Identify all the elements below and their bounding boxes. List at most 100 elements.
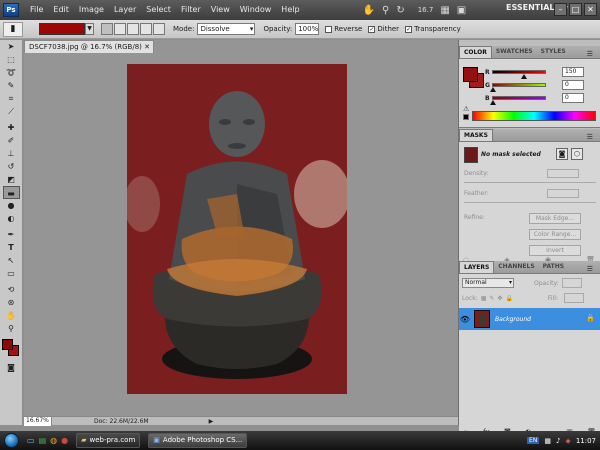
browser-icon[interactable]: ◍ (50, 436, 57, 445)
tab-masks[interactable]: MASKS (459, 129, 493, 141)
blend-mode-select[interactable]: Normal (462, 278, 514, 288)
eye-icon[interactable]: 👁 (459, 315, 471, 324)
lasso-tool-icon[interactable]: ➰ (3, 66, 20, 79)
brush-tool-icon[interactable]: ✐ (3, 134, 20, 147)
history-brush-tool-icon[interactable]: ↺ (3, 160, 20, 173)
opacity-input[interactable]: 100% (295, 23, 320, 35)
close-button[interactable]: ✕ (584, 3, 597, 16)
transparency-checkbox[interactable]: ✓ Transparency (405, 25, 461, 33)
doc-info[interactable]: Doc: 22.6M/22.6M (94, 418, 149, 425)
slider-r-thumb[interactable] (520, 74, 527, 79)
black-white-swatch[interactable] (463, 114, 469, 120)
menu-filter[interactable]: Filter (176, 0, 206, 20)
menu-view[interactable]: View (206, 0, 235, 20)
menu-help[interactable]: Help (276, 0, 304, 20)
lock-pixels-icon[interactable]: ✎ (489, 295, 494, 302)
angle-gradient-button[interactable] (127, 23, 139, 35)
volume-icon[interactable]: ♪ (556, 437, 560, 445)
gamut-warning-icon[interactable]: ⚠ (463, 105, 469, 113)
add-vector-mask-button[interactable]: ⬡ (571, 148, 583, 160)
layer-opacity-input[interactable] (561, 278, 582, 288)
reverse-checkbox[interactable]: Reverse (325, 25, 362, 33)
mode-select[interactable]: Dissolve (197, 23, 256, 35)
network-icon[interactable]: ▦ (544, 437, 551, 445)
slider-b-track[interactable] (490, 96, 546, 105)
start-button[interactable] (4, 433, 19, 448)
add-pixel-mask-button[interactable]: ◙ (556, 148, 568, 160)
path-select-tool-icon[interactable]: ↖ (3, 254, 20, 267)
tab-paths[interactable]: PATHS (539, 261, 568, 273)
lock-transparency-icon[interactable]: ▦ (481, 295, 487, 302)
gradient-tool-icon[interactable]: ▬ (2, 186, 20, 199)
reflected-gradient-button[interactable] (140, 23, 152, 35)
linear-gradient-button[interactable] (101, 23, 113, 35)
quick-select-tool-icon[interactable]: ✎ (3, 79, 20, 92)
dither-checkbox[interactable]: ✓ Dither (368, 25, 399, 33)
quick-mask-icon[interactable]: ◙ (3, 361, 20, 374)
eraser-tool-icon[interactable]: ◩ (3, 173, 20, 186)
tab-layers[interactable]: LAYERS (459, 261, 495, 273)
gradient-picker[interactable] (39, 23, 85, 35)
tab-styles[interactable]: STYLES (537, 46, 570, 58)
blur-tool-icon[interactable]: ● (3, 199, 20, 212)
spot-heal-tool-icon[interactable]: ✚ (3, 121, 20, 134)
eyedropper-tool-icon[interactable]: ⟋ (3, 105, 20, 118)
lock-all-icon[interactable]: 🔒 (505, 295, 512, 302)
document-canvas[interactable] (127, 64, 347, 394)
gradient-dropdown-icon[interactable]: ▼ (85, 23, 94, 35)
fill-input[interactable] (563, 293, 584, 303)
radial-gradient-button[interactable] (114, 23, 126, 35)
layer-name[interactable]: Background (495, 316, 531, 323)
clock[interactable]: 11:07 (576, 437, 596, 445)
maximize-button[interactable]: □ (569, 3, 582, 16)
crop-tool-icon[interactable]: ⌗ (3, 92, 20, 105)
taskbar-item-web[interactable]: ▰ web-pra.com (76, 433, 141, 448)
3d-rotate-tool-icon[interactable]: ⟲ (3, 283, 20, 296)
show-desktop-icon[interactable]: ▭ (27, 436, 35, 445)
marquee-tool-icon[interactable]: ⬚ (3, 53, 20, 66)
excel-icon[interactable]: ▤ (39, 436, 47, 445)
tab-color[interactable]: COLOR (459, 46, 492, 58)
shape-tool-icon[interactable]: ▭ (3, 267, 20, 280)
channel-r-input[interactable]: 150 (562, 67, 584, 77)
media-icon[interactable]: ● (61, 436, 68, 445)
screen-mode-icon[interactable]: ▣ (457, 5, 466, 16)
color-panel-foreground-swatch[interactable] (463, 67, 478, 82)
minimize-button[interactable]: – (554, 3, 567, 16)
slider-g-track[interactable] (490, 83, 546, 92)
menu-select[interactable]: Select (141, 0, 176, 20)
layer-row[interactable]: 👁 Background 🔒 (459, 308, 600, 330)
menu-edit[interactable]: Edit (48, 0, 74, 20)
language-indicator[interactable]: EN (527, 437, 540, 444)
diamond-gradient-button[interactable] (153, 23, 165, 35)
menu-layer[interactable]: Layer (109, 0, 141, 20)
channel-g-input[interactable]: 0 (562, 80, 584, 90)
security-icon[interactable]: ◈ (565, 437, 570, 445)
slider-r-track[interactable] (492, 70, 546, 79)
taskbar-item-photoshop[interactable]: ▣ Adobe Photoshop CS... (148, 433, 248, 448)
color-spectrum-ramp[interactable] (472, 111, 596, 121)
tab-channels[interactable]: CHANNELS (494, 261, 538, 273)
type-tool-icon[interactable]: T (3, 241, 20, 254)
arrange-documents-icon[interactable]: ▦ (440, 5, 449, 16)
dodge-tool-icon[interactable]: ◐ (3, 212, 20, 225)
slider-b-thumb[interactable] (490, 100, 496, 105)
slider-g-thumb[interactable] (490, 87, 496, 92)
gradient-tool-icon[interactable]: ▮ (3, 21, 23, 37)
zoom-field[interactable]: 16.67% (24, 416, 52, 426)
pen-tool-icon[interactable]: ✒ (3, 228, 20, 241)
tab-swatches[interactable]: SWATCHES (492, 46, 537, 58)
rotate-view-icon[interactable]: ↻ (396, 5, 404, 16)
hand-icon[interactable]: ✋ (363, 5, 375, 16)
close-icon[interactable]: ✕ (144, 41, 150, 53)
move-tool-icon[interactable]: ➤ (3, 40, 20, 53)
document-tab[interactable]: DSCF7038.jpg @ 16.7% (RGB/8) ✕ (24, 40, 154, 53)
zoom-level-field[interactable]: 16.7 (418, 6, 434, 14)
foreground-color-swatch[interactable] (2, 339, 13, 350)
clone-stamp-tool-icon[interactable]: ⊥ (3, 147, 20, 160)
menu-window[interactable]: Window (235, 0, 277, 20)
menu-image[interactable]: Image (74, 0, 109, 20)
status-menu-arrow-icon[interactable]: ▶ (209, 418, 214, 425)
channel-b-input[interactable]: 0 (562, 93, 584, 103)
hand-tool-icon[interactable]: ✋ (3, 309, 20, 322)
